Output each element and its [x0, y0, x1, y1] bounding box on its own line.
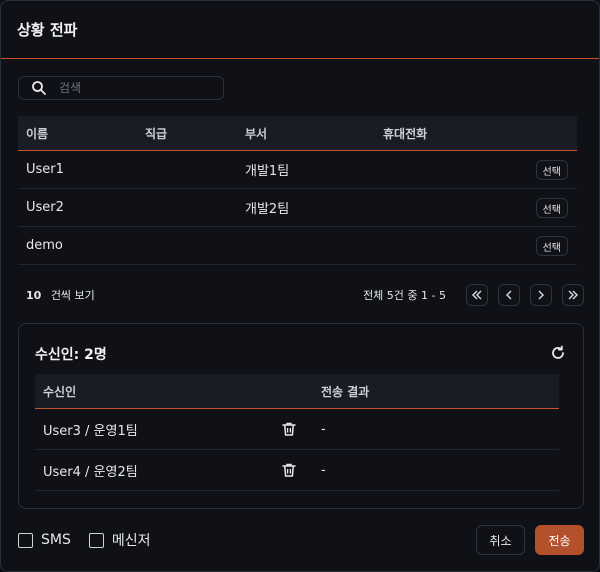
table-row: User1 개발1팀 선택 — [18, 151, 577, 189]
recipients-table-header: 수신인 전송 결과 — [35, 374, 559, 409]
next-page-button[interactable] — [530, 284, 552, 306]
per-page-value: 10 — [26, 289, 42, 302]
trash-icon[interactable] — [281, 421, 297, 437]
chevron-right-icon — [538, 290, 545, 300]
refresh-icon[interactable] — [549, 344, 567, 362]
messenger-checkbox[interactable]: 메신저 — [88, 530, 151, 550]
per-page-label: 건씩 보기 — [50, 289, 95, 302]
table-row: demo 선택 — [18, 227, 577, 265]
user-name: User2 — [26, 200, 64, 215]
checkbox-box[interactable] — [18, 532, 33, 548]
users-table-header: 이름 직급 부서 휴대전화 — [18, 116, 577, 151]
user-name: User1 — [26, 162, 64, 177]
search-input[interactable] — [59, 81, 209, 95]
header-recipient: 수신인 — [43, 384, 77, 399]
per-page-selector[interactable]: 10 건씩 보기 — [26, 287, 95, 303]
recipient-name: User3 / 운영1팀 — [43, 423, 138, 439]
messenger-label: 메신저 — [111, 533, 151, 549]
trash-icon[interactable] — [281, 462, 297, 478]
table-row: User4 / 운영2팀 - — [35, 450, 559, 491]
first-page-button[interactable] — [466, 284, 488, 306]
header-result: 전송 결과 — [321, 384, 370, 399]
search-icon — [32, 81, 46, 95]
dialog-title: 상황 전파 — [17, 21, 78, 39]
cancel-button[interactable]: 취소 — [476, 525, 525, 555]
header-rank: 직급 — [145, 126, 168, 141]
recipient-name: User4 / 운영2팀 — [43, 464, 138, 480]
sms-checkbox[interactable]: SMS — [18, 532, 71, 548]
select-user-button[interactable]: 선택 — [535, 235, 568, 256]
user-name: demo — [26, 238, 63, 253]
recipients-panel: 수신인: 2명 수신인 전송 결과 User3 / 운영1팀 - User4 /… — [18, 323, 584, 509]
recipients-table: 수신인 전송 결과 User3 / 운영1팀 - User4 / 운영2팀 - — [35, 374, 559, 491]
search-box — [18, 76, 224, 100]
chevron-left-icon — [505, 290, 512, 300]
select-user-button[interactable]: 선택 — [535, 197, 568, 218]
page-info: 전체 5건 중 1 - 5 — [363, 289, 446, 302]
chevrons-right-icon — [568, 290, 579, 300]
sms-label: SMS — [41, 532, 71, 548]
checkbox-box[interactable] — [88, 532, 104, 548]
last-page-button[interactable] — [562, 284, 584, 306]
prev-page-button[interactable] — [498, 284, 520, 306]
send-result: - — [321, 421, 326, 437]
header-phone: 휴대전화 — [383, 126, 428, 141]
chevrons-left-icon — [471, 290, 482, 300]
user-dept: 개발2팀 — [245, 202, 290, 217]
table-row: User3 / 운영1팀 - — [35, 409, 559, 450]
send-button[interactable]: 전송 — [535, 525, 584, 555]
header-name: 이름 — [26, 126, 49, 141]
header-dept: 부서 — [245, 126, 268, 141]
users-table: 이름 직급 부서 휴대전화 User1 개발1팀 선택 User2 개발2팀 선… — [18, 116, 577, 265]
table-row: User2 개발2팀 선택 — [18, 189, 577, 227]
dialog-header: 상황 전파 — [1, 1, 599, 59]
user-dept: 개발1팀 — [245, 164, 290, 179]
recipients-title: 수신인: 2명 — [35, 347, 107, 363]
send-result: - — [321, 462, 326, 478]
situation-broadcast-dialog: 상황 전파 이름 직급 부서 휴대전화 User1 개발1팀 선택 User2 — [0, 0, 600, 572]
select-user-button[interactable]: 선택 — [535, 159, 568, 180]
pagination-bar: 10 건씩 보기 전체 5건 중 1 - 5 — [18, 283, 584, 307]
dialog-footer: SMS 메신저 취소 전송 — [18, 525, 584, 555]
